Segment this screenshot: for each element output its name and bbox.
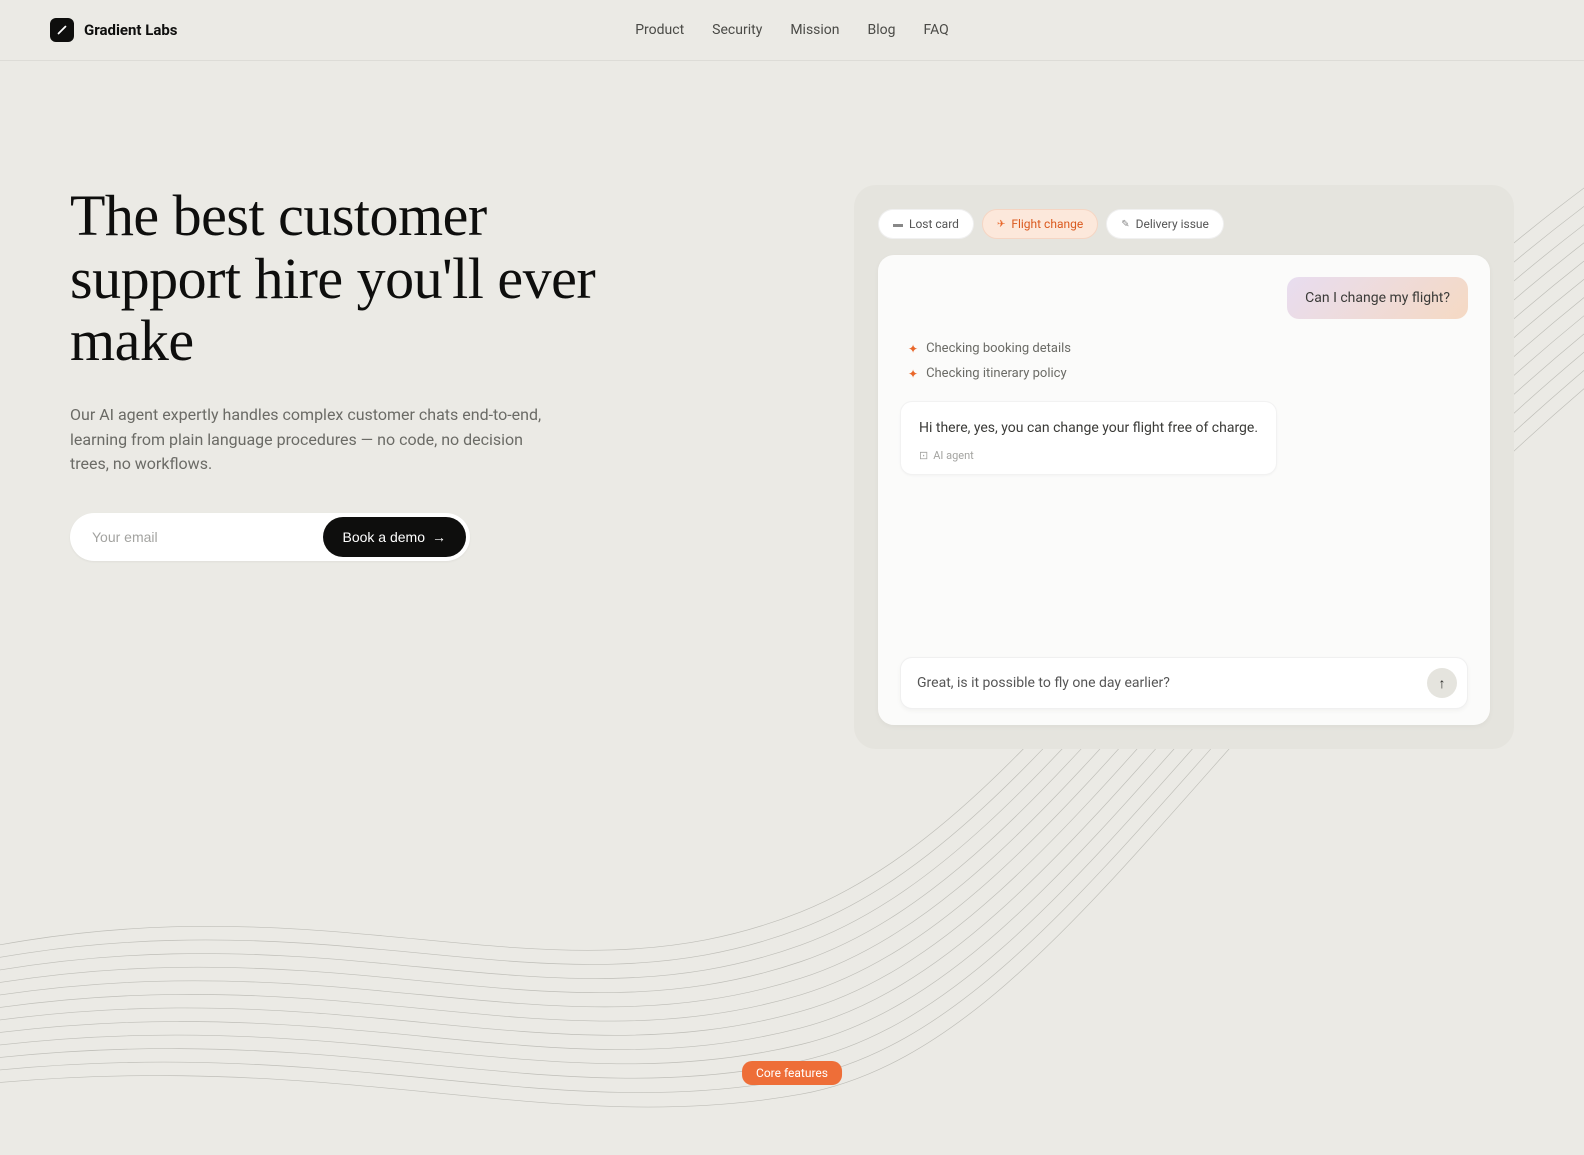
chat-demo-wrapper: ▬ Lost card ✈ Flight change ✎ Delivery i…: [670, 185, 1514, 749]
brand-name: Gradient Labs: [84, 21, 178, 39]
brand-logo[interactable]: Gradient Labs: [50, 18, 178, 42]
email-input[interactable]: [92, 529, 323, 545]
book-demo-label: Book a demo: [343, 529, 426, 545]
agent-message-meta: ⊡ AI agent: [919, 449, 1258, 462]
plane-icon: ✈: [997, 219, 1005, 230]
card-icon: ▬: [893, 219, 903, 230]
nav-security[interactable]: Security: [712, 22, 762, 38]
agent-message-text: Hi there, yes, you can change your fligh…: [919, 418, 1258, 439]
arrow-right-icon: →: [432, 529, 446, 545]
main-nav: Product Security Mission Blog FAQ: [635, 22, 949, 38]
tab-delivery-issue[interactable]: ✎ Delivery issue: [1106, 209, 1224, 239]
wrench-icon: ✎: [1121, 219, 1129, 230]
tab-flight-change[interactable]: ✈ Flight change: [982, 209, 1098, 239]
chat-bubble-icon: ⊡: [919, 449, 928, 462]
nav-blog[interactable]: Blog: [868, 22, 896, 38]
email-signup-form: Book a demo →: [70, 513, 470, 561]
chat-input-row: Great, is it possible to fly one day ear…: [900, 657, 1468, 709]
chat-panel: ▬ Lost card ✈ Flight change ✎ Delivery i…: [854, 185, 1514, 749]
status-checking-booking: ✦ Checking booking details: [900, 341, 1468, 356]
chat-input-text[interactable]: Great, is it possible to fly one day ear…: [917, 675, 1427, 691]
status-checking-itinerary: ✦ Checking itinerary policy: [900, 366, 1468, 381]
hero-title: The best customer support hire you'll ev…: [70, 185, 610, 373]
tab-lost-card[interactable]: ▬ Lost card: [878, 209, 974, 239]
sparkle-icon: ✦: [908, 367, 918, 381]
nav-faq[interactable]: FAQ: [924, 22, 949, 38]
status-text: Checking booking details: [926, 341, 1071, 356]
status-text: Checking itinerary policy: [926, 366, 1067, 381]
book-demo-button[interactable]: Book a demo →: [323, 517, 467, 557]
nav-mission[interactable]: Mission: [790, 22, 839, 38]
hero-subtitle: Our AI agent expertly handles complex cu…: [70, 403, 560, 477]
site-header: Gradient Labs Product Security Mission B…: [0, 0, 1584, 61]
chat-messages: Can I change my flight? ✦ Checking booki…: [900, 277, 1468, 645]
chat-window: Can I change my flight? ✦ Checking booki…: [878, 255, 1490, 725]
hero-copy: The best customer support hire you'll ev…: [70, 185, 610, 749]
tab-label: Flight change: [1011, 217, 1083, 231]
chat-tabs: ▬ Lost card ✈ Flight change ✎ Delivery i…: [878, 209, 1490, 239]
nav-product[interactable]: Product: [635, 22, 684, 38]
agent-label: AI agent: [933, 449, 974, 462]
send-button[interactable]: ↑: [1427, 668, 1457, 698]
hero-section: The best customer support hire you'll ev…: [0, 61, 1584, 749]
tab-label: Delivery issue: [1136, 217, 1209, 231]
agent-message: Hi there, yes, you can change your fligh…: [900, 401, 1277, 475]
user-message: Can I change my flight?: [1287, 277, 1468, 319]
logo-icon: [50, 18, 74, 42]
tab-label: Lost card: [909, 217, 959, 231]
sparkle-icon: ✦: [908, 342, 918, 356]
arrow-up-icon: ↑: [1439, 675, 1446, 691]
core-features-badge[interactable]: Core features: [742, 1061, 842, 1085]
